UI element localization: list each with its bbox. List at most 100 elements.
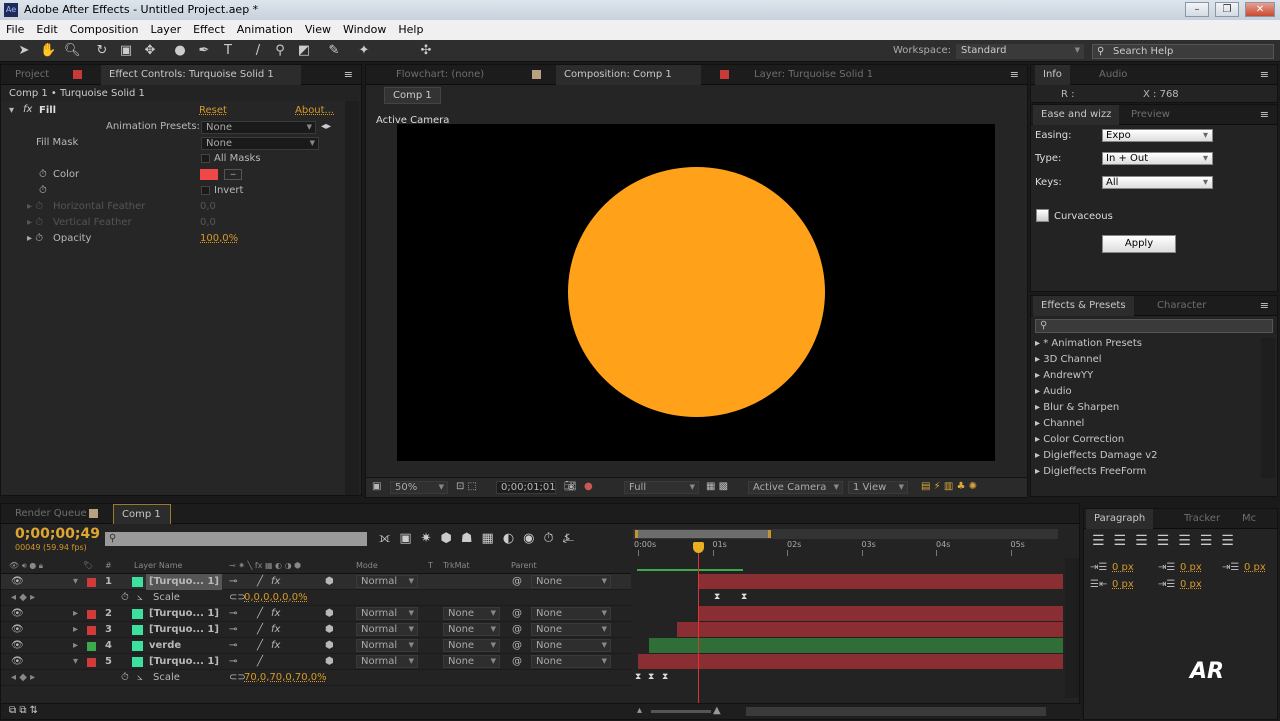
curvaceous-checkbox[interactable] — [1036, 209, 1049, 222]
expand-icon[interactable]: ▸ ⏱ — [27, 233, 43, 244]
composition-canvas[interactable] — [397, 124, 995, 461]
layer-name[interactable]: [Turquo... 1] — [149, 622, 219, 638]
layer-duration-bar[interactable] — [649, 638, 1063, 654]
trkmat-dropdown[interactable]: None — [443, 607, 500, 620]
work-area-range[interactable] — [635, 530, 771, 538]
layer-row[interactable]: 👁︎ ▸ 3 [Turquo... 1] ⊸ ╱ fx ⬢ Normal Non… — [1, 622, 631, 638]
twirl-icon[interactable]: ▸ — [73, 622, 78, 638]
work-area-bar[interactable] — [633, 529, 1058, 539]
stopwatch-icon[interactable]: ⏱ — [39, 185, 47, 196]
tab-effect-controls[interactable]: Effect Controls: Turquoise Solid 1 — [101, 65, 301, 85]
label-color[interactable] — [87, 610, 96, 619]
mode-dropdown[interactable]: Normal — [356, 639, 418, 652]
stopwatch-icon[interactable]: ⏱ — [121, 590, 129, 606]
apply-button[interactable]: Apply — [1102, 235, 1176, 253]
space-before-value[interactable]: 0 px — [1112, 579, 1134, 590]
mode-dropdown[interactable]: Normal — [356, 575, 418, 588]
eye-icon[interactable]: 👁︎ — [11, 622, 24, 638]
invert-checkbox[interactable] — [201, 186, 210, 195]
fill-mask-dropdown[interactable]: None — [201, 137, 319, 150]
comp-breadcrumb-button[interactable]: Comp 1 — [384, 87, 441, 104]
fx-switch[interactable]: fx — [271, 622, 280, 638]
menu-view[interactable]: View — [299, 20, 337, 40]
expand-icon[interactable]: ▸ ⏱ — [27, 201, 43, 212]
fx-switch[interactable]: fx — [271, 574, 280, 590]
label-color[interactable] — [87, 626, 96, 635]
horizontal-scrollbar[interactable] — [746, 707, 1046, 716]
fx-switch[interactable]: fx — [271, 606, 280, 622]
selection-tool-icon[interactable]: ➤ — [16, 43, 32, 59]
puppet-tool-icon[interactable]: ✦ — [356, 43, 372, 59]
eye-icon[interactable]: 👁︎ — [11, 654, 24, 670]
expand-icon[interactable]: ▸ — [1035, 386, 1040, 397]
effects-category-item[interactable]: ▸ Audio — [1035, 386, 1072, 397]
shy-switch-icon[interactable]: ⊸ — [229, 606, 237, 622]
quality-switch-icon[interactable]: ╱ — [257, 638, 263, 654]
tab-composition[interactable]: Composition: Comp 1 — [556, 65, 701, 85]
rotate-tool-icon[interactable]: ↻ — [94, 43, 110, 59]
tab-tracker[interactable]: Tracker — [1176, 509, 1228, 529]
eye-icon[interactable]: 👁︎ — [11, 574, 24, 590]
twirl-icon[interactable]: ▾ — [73, 654, 78, 670]
channel-icon[interactable]: ● — [584, 481, 593, 492]
mode-dropdown[interactable]: Normal — [356, 623, 418, 636]
parent-dropdown[interactable]: None — [531, 639, 611, 652]
pick-whip-icon[interactable]: @ — [512, 638, 522, 654]
indent-right-value[interactable]: 0 px — [1180, 562, 1202, 573]
shy-switch-icon[interactable]: ⊸ — [229, 654, 237, 670]
label-color[interactable] — [87, 642, 96, 651]
keyframe[interactable]: ⧗ — [635, 672, 641, 682]
expand-icon[interactable]: ▸ — [1035, 450, 1040, 461]
shy-switch-icon[interactable]: ⊸ — [229, 638, 237, 654]
scale-value[interactable]: 70,0,70,0,70,0% — [244, 670, 327, 686]
shy-switch-icon[interactable]: ⊸ — [229, 574, 237, 590]
roto-brush-icon[interactable]: ✎ — [326, 43, 342, 59]
3d-layer-icon[interactable]: ⬢ — [325, 654, 334, 670]
current-time-field[interactable]: 0;00;01;01 — [496, 481, 556, 494]
scrollbar[interactable] — [1261, 338, 1275, 478]
transparency-grid-icon[interactable]: ▦ ▩ — [706, 481, 728, 492]
3d-layer-icon[interactable]: ⬢ — [325, 638, 334, 654]
twirl-icon[interactable]: ▾ — [73, 574, 78, 590]
type-dropdown[interactable]: In + Out — [1102, 152, 1213, 165]
quality-switch-icon[interactable]: ╱ — [257, 606, 263, 622]
eyedropper-icon[interactable]: ─ — [224, 169, 242, 180]
layer-name[interactable]: [Turquo... 1] — [149, 606, 219, 622]
label-color[interactable] — [87, 578, 96, 587]
horizontal-feather-value[interactable]: 0,0 — [200, 201, 216, 212]
eye-icon[interactable]: 👁︎ — [11, 606, 24, 622]
pan-behind-tool-icon[interactable]: ✥ — [142, 43, 158, 59]
expand-icon[interactable]: ▸ — [1035, 434, 1040, 445]
effects-category-item[interactable]: ▸ Channel — [1035, 418, 1084, 429]
pick-whip-icon[interactable]: @ — [512, 574, 522, 590]
3d-layer-icon[interactable]: ⬢ — [325, 606, 334, 622]
graph-icon[interactable]: ⦣ — [137, 670, 143, 686]
mode-dropdown[interactable]: Normal — [356, 655, 418, 668]
keyframe-navigator-icon[interactable]: ◂ ◆ ▸ — [11, 670, 35, 686]
opacity-value[interactable]: 100,0% — [200, 233, 238, 244]
menu-file[interactable]: File — [0, 20, 30, 40]
effects-category-item[interactable]: ▸ AndrewYY — [1035, 370, 1093, 381]
mode-dropdown[interactable]: Normal — [356, 607, 418, 620]
keys-dropdown[interactable]: All — [1102, 176, 1213, 189]
eye-icon[interactable]: 👁︎ — [11, 638, 24, 654]
region-of-interest-icon[interactable]: ⊡ ⬚ — [456, 481, 477, 492]
layer-row[interactable]: 👁︎ ▸ 2 [Turquo... 1] ⊸ ╱ fx ⬢ Normal Non… — [1, 606, 631, 622]
layer-row[interactable]: 👁︎ ▾ 5 [Turquo... 1] ⊸ ╱ ⬢ Normal None @… — [1, 654, 631, 670]
alignment-buttons-icons[interactable]: ☰☰☰☰☰☰☰ — [1092, 533, 1243, 549]
expand-icon[interactable]: ▸ — [1035, 402, 1040, 413]
tab-effects-presets[interactable]: Effects & Presets — [1033, 296, 1134, 316]
first-line-indent-value[interactable]: 0 px — [1244, 562, 1266, 573]
keyframe[interactable]: ⧗ — [741, 592, 747, 602]
panel-menu-icon[interactable]: ≡ — [1260, 68, 1269, 81]
always-preview-icon[interactable]: ▣ — [372, 481, 381, 492]
menu-edit[interactable]: Edit — [30, 20, 63, 40]
menu-window[interactable]: Window — [337, 20, 392, 40]
eraser-tool-icon[interactable]: ◩ — [296, 43, 312, 59]
3d-layer-icon[interactable]: ⬢ — [325, 574, 334, 590]
camera-tool-icon[interactable]: ▣ — [118, 43, 134, 59]
keyframe[interactable]: ⧗ — [648, 672, 654, 682]
tab-info[interactable]: Info — [1035, 65, 1070, 85]
stopwatch-icon[interactable]: ⏱ — [39, 169, 47, 180]
workspace-dropdown[interactable]: Standard — [956, 44, 1084, 59]
